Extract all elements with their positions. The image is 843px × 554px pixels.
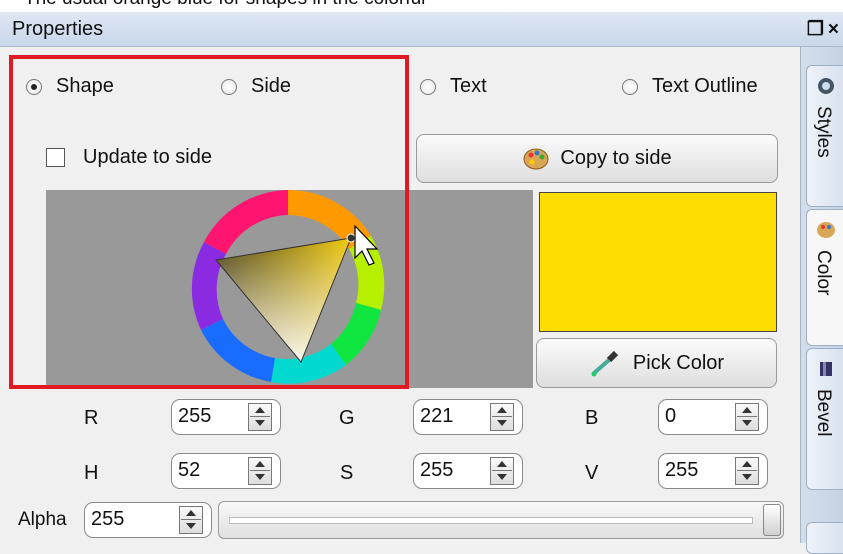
- v-spinbox[interactable]: 255: [658, 453, 768, 489]
- current-color-swatch: [539, 192, 777, 332]
- radio-text[interactable]: Text: [420, 75, 487, 98]
- alpha-spin-arrows[interactable]: [179, 506, 203, 534]
- styles-icon: [818, 78, 834, 94]
- tab-bevel[interactable]: Bevel: [806, 348, 843, 490]
- b-spinbox[interactable]: 0: [658, 399, 768, 435]
- copy-to-side-label: Copy to side: [560, 147, 672, 169]
- alpha-slider[interactable]: [218, 501, 784, 539]
- titlebar-buttons: ❐×: [807, 18, 843, 41]
- g-spin-arrows[interactable]: [490, 403, 514, 431]
- g-value[interactable]: 221: [420, 405, 453, 428]
- pick-color-label: Pick Color: [632, 351, 725, 374]
- palette-icon: [817, 222, 835, 238]
- s-spinbox[interactable]: 255: [413, 453, 523, 489]
- h-value[interactable]: 52: [178, 459, 200, 482]
- bevel-icon: [820, 362, 832, 376]
- window-title: Properties: [12, 18, 104, 40]
- copy-to-side-button[interactable]: Copy to side: [416, 134, 778, 183]
- tab-color[interactable]: Color: [806, 209, 843, 346]
- eyedropper-icon: [591, 350, 619, 377]
- alpha-value[interactable]: 255: [91, 508, 124, 531]
- radio-text-indicator[interactable]: [420, 78, 436, 95]
- radio-text-label: Text: [450, 75, 487, 97]
- alpha-spinbox[interactable]: 255: [84, 502, 212, 538]
- r-label: R: [84, 407, 99, 429]
- r-spin-arrows[interactable]: [248, 403, 272, 431]
- s-spin-arrows[interactable]: [490, 457, 514, 485]
- tab-styles[interactable]: Styles: [806, 65, 843, 207]
- pick-color-button[interactable]: Pick Color: [536, 338, 777, 388]
- s-value[interactable]: 255: [420, 459, 453, 482]
- g-label: G: [339, 407, 355, 429]
- h-spin-arrows[interactable]: [248, 457, 272, 485]
- tab-bevel-label: Bevel: [813, 389, 834, 437]
- radio-text-outline[interactable]: Text Outline: [622, 75, 758, 98]
- b-label: B: [585, 407, 599, 429]
- v-label: V: [585, 462, 599, 484]
- v-spin-arrows[interactable]: [735, 457, 759, 485]
- r-spinbox[interactable]: 255: [171, 399, 281, 435]
- palette-icon: [523, 148, 549, 169]
- caption-strip: The usual orange blue for shapes in the …: [0, 0, 843, 12]
- close-icon[interactable]: ×: [828, 19, 843, 40]
- r-value[interactable]: 255: [178, 405, 211, 428]
- tab-more[interactable]: [806, 522, 843, 554]
- b-value[interactable]: 0: [665, 405, 676, 428]
- tab-color-label: Color: [813, 250, 834, 296]
- g-spinbox[interactable]: 221: [413, 399, 523, 435]
- h-spinbox[interactable]: 52: [171, 453, 281, 489]
- v-value[interactable]: 255: [665, 459, 698, 482]
- alpha-slider-thumb[interactable]: [763, 504, 781, 536]
- alpha-label: Alpha: [18, 509, 67, 530]
- red-highlight-frame: [9, 55, 409, 389]
- side-tab-strip: Styles Color Bevel: [800, 47, 843, 554]
- caption-text: The usual orange blue for shapes in the …: [24, 0, 425, 10]
- properties-titlebar: Properties ❐×: [0, 12, 843, 47]
- radio-text-outline-indicator[interactable]: [622, 78, 638, 95]
- h-label: H: [84, 462, 99, 484]
- s-label: S: [340, 462, 354, 484]
- color-properties-panel: Shape Side Text Text Outline Update to s…: [0, 47, 800, 543]
- restore-icon[interactable]: ❐: [807, 19, 828, 40]
- tab-styles-label: Styles: [813, 106, 834, 158]
- alpha-slider-track[interactable]: [229, 517, 753, 524]
- b-spin-arrows[interactable]: [735, 403, 759, 431]
- radio-text-outline-label: Text Outline: [652, 75, 758, 97]
